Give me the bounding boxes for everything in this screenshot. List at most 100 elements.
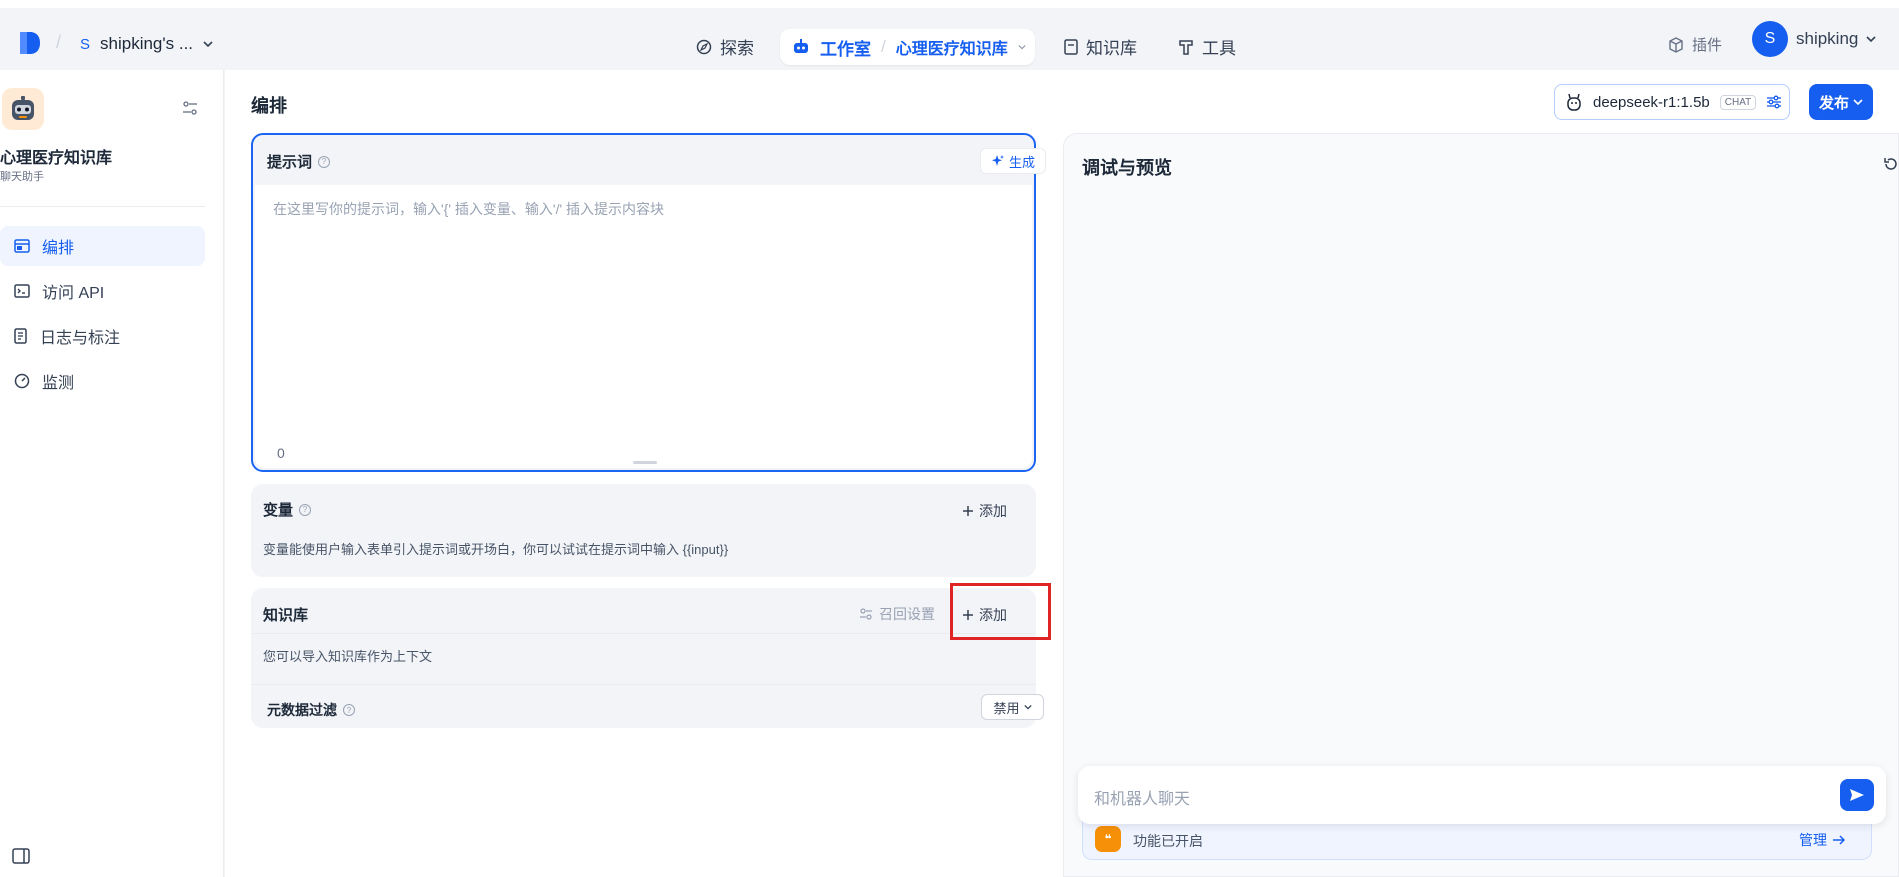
sidebar-item-monitor[interactable]: 监测 (0, 361, 205, 401)
robot-icon (794, 39, 808, 53)
app-type: 聊天助手 (0, 171, 44, 183)
nav-plugins[interactable]: 插件 (1668, 34, 1722, 55)
layout-icon (14, 239, 30, 253)
help-icon[interactable]: ? (299, 503, 312, 516)
settings-sliders-icon (860, 608, 872, 620)
sidebar-item-orchestrate[interactable]: 编排 (0, 226, 205, 266)
cube-icon (1669, 36, 1683, 53)
nav-separator: / (881, 37, 886, 56)
nav-studio-label: 工作室 (820, 39, 871, 59)
sidebar-collapse-icon[interactable] (12, 848, 30, 864)
book-icon (1064, 38, 1078, 55)
prompt-label-row: 提示词 ? (267, 151, 331, 172)
plus-icon (963, 506, 973, 516)
chat-input-placeholder: 和机器人聊天 (1094, 791, 1191, 808)
app-name: 心理医疗知识库 (0, 150, 113, 167)
generate-label: 生成 (1008, 154, 1035, 170)
settings-sliders-icon[interactable] (182, 100, 198, 116)
metadata-filter-select[interactable]: 禁用 (981, 694, 1044, 720)
sparkle-icon (991, 155, 1004, 166)
divider (251, 684, 1036, 685)
model-selector[interactable]: deepseek-r1:1.5b CHAT (1554, 84, 1790, 120)
settings-sliders-icon[interactable] (1766, 94, 1782, 110)
variables-label: 变量 (263, 502, 294, 519)
breadcrumb-separator: / (56, 32, 62, 52)
sidebar-item-api[interactable]: 访问 API (0, 271, 205, 311)
quote-icon: ❝ (1095, 826, 1121, 852)
workspace-name: shipking's ... (100, 34, 194, 53)
arrow-right-icon (1833, 835, 1845, 845)
resize-handle[interactable] (633, 461, 657, 464)
hammer-icon (1179, 39, 1193, 55)
model-mode-tag: CHAT (1719, 94, 1757, 110)
metadata-filter-value: 禁用 (993, 700, 1020, 716)
recall-settings-label: 召回设置 (879, 606, 935, 622)
variables-label-row: 变量 ? (263, 499, 312, 520)
chevron-down-icon (1866, 36, 1876, 43)
debug-preview-panel: 调试与预览 ❝ 功能已开启 管理 和机器人聊天 (1063, 133, 1899, 877)
app-logo-icon[interactable] (18, 30, 42, 56)
user-name: shipking (1796, 29, 1859, 48)
chevron-down-icon (1018, 44, 1026, 50)
terminal-icon (14, 284, 30, 298)
nav-explore-label: 探索 (720, 39, 754, 58)
knowledge-description: 您可以导入知识库作为上下文 (263, 649, 433, 664)
feature-status-text: 功能已开启 (1133, 833, 1203, 849)
nav-app-name[interactable]: 心理医疗知识库 (896, 35, 1008, 59)
sidebar-item-label: 访问 API (42, 285, 105, 302)
generate-button[interactable]: 生成 (980, 148, 1046, 174)
nav-tools-label: 工具 (1202, 39, 1236, 58)
refresh-icon[interactable] (1883, 156, 1899, 172)
manage-label: 管理 (1799, 832, 1827, 848)
sidebar-item-label: 监测 (42, 375, 75, 392)
prompt-placeholder: 在这里写你的提示词，输入'{' 插入变量、输入'/' 插入提示内容块 (273, 201, 665, 217)
prompt-editor-card: 提示词 ? 生成 在这里写你的提示词，输入'{' 插入变量、输入'/' 插入提示… (251, 133, 1046, 472)
chevron-down-icon (1853, 99, 1863, 106)
help-icon[interactable]: ? (318, 155, 331, 168)
prompt-textarea[interactable]: 在这里写你的提示词，输入'{' 插入变量、输入'/' 插入提示内容块 0 (255, 185, 1032, 468)
char-count: 0 (277, 445, 285, 461)
metadata-filter-label: 元数据过滤 (267, 702, 337, 718)
sidebar-divider (0, 206, 205, 207)
top-navigation: / S shipking's ... 探索 工作室 / 心理医疗知识库 知识库 … (0, 0, 1899, 70)
sidebar-item-label: 编排 (42, 240, 75, 257)
prompt-label: 提示词 (267, 154, 313, 171)
add-variable-label: 添加 (979, 503, 1007, 519)
help-icon[interactable]: ? (343, 704, 355, 716)
preview-title: 调试与预览 (1082, 158, 1172, 178)
model-name: deepseek-r1:1.5b (1593, 93, 1710, 111)
user-menu[interactable]: S shipking (1752, 21, 1876, 57)
nav-plugins-label: 插件 (1692, 37, 1723, 54)
highlight-annotation (950, 583, 1051, 640)
nav-studio[interactable]: 工作室 / 心理医疗知识库 (780, 29, 1035, 65)
sidebar-item-logs[interactable]: 日志与标注 (0, 316, 205, 356)
nav-knowledge[interactable]: 知识库 (1064, 34, 1137, 59)
add-variable-button[interactable]: 添加 (963, 501, 1007, 521)
page-title: 编排 (251, 96, 287, 116)
compass-icon (696, 39, 712, 54)
knowledge-label: 知识库 (263, 607, 309, 624)
nav-explore[interactable]: 探索 (696, 34, 754, 59)
nav-tools[interactable]: 工具 (1178, 34, 1236, 59)
avatar: S (1752, 21, 1788, 57)
publish-button[interactable]: 发布 (1809, 84, 1873, 120)
manage-link[interactable]: 管理 (1799, 830, 1845, 850)
chat-input-box[interactable]: 和机器人聊天 (1078, 766, 1886, 824)
app-avatar (2, 88, 44, 130)
app-sidebar: 心理医疗知识库 聊天助手 编排 访问 API 日志与标注 监测 (0, 70, 224, 877)
variables-description: 变量能使用户输入表单引入提示词或开场白，你可以试试在提示词中输入 {{input… (263, 542, 729, 557)
chevron-down-icon (203, 41, 213, 48)
sidebar-item-label: 日志与标注 (40, 330, 121, 347)
send-button[interactable] (1840, 779, 1874, 811)
file-list-icon (14, 328, 27, 344)
variables-card: 变量 ? 添加 变量能使用户输入表单引入提示词或开场白，你可以试试在提示词中输入… (251, 484, 1036, 577)
workspace-switcher[interactable]: S shipking's ... (80, 34, 213, 54)
send-icon (1850, 789, 1864, 801)
nav-knowledge-label: 知识库 (1086, 39, 1137, 58)
llama-icon (1567, 93, 1581, 111)
knowledge-card: 知识库 召回设置 添加 您可以导入知识库作为上下文 元数据过滤 ? 禁用 (251, 588, 1044, 728)
divider (251, 633, 1036, 634)
main-panel: 编排 deepseek-r1:1.5b CHAT 发布 提示词 ? 生成 在这里… (225, 70, 1899, 877)
recall-settings-button[interactable]: 召回设置 (859, 604, 935, 624)
chevron-down-icon (1023, 704, 1032, 710)
